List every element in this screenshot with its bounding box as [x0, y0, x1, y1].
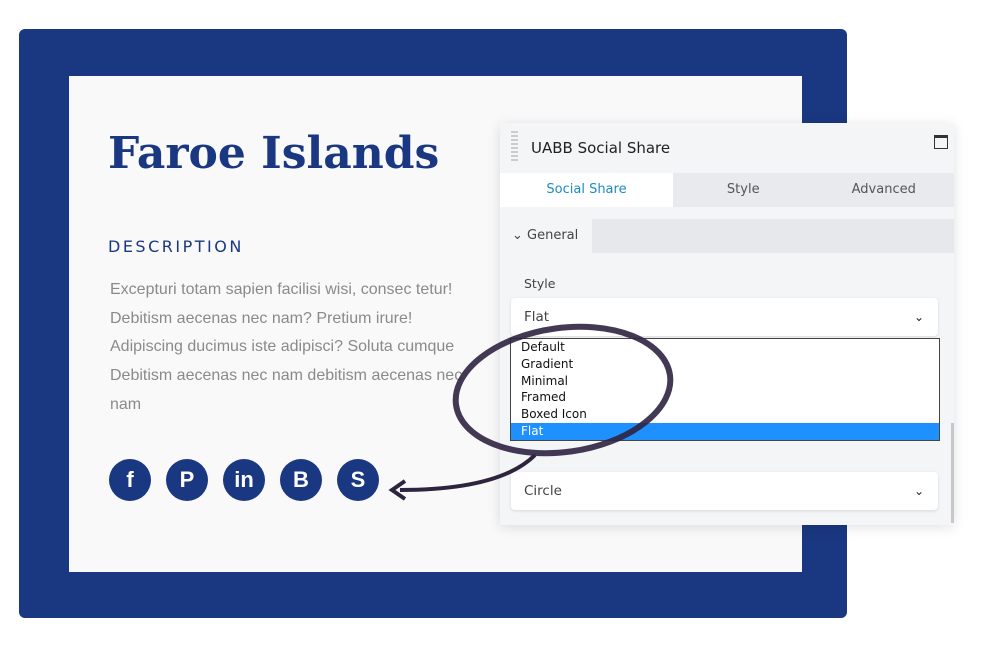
chevron-down-icon: ⌄	[913, 310, 924, 324]
shape-value: Circle	[524, 483, 562, 499]
option-minimal[interactable]: Minimal	[511, 373, 939, 390]
maximize-icon[interactable]	[934, 135, 948, 149]
style-value: Flat	[524, 309, 550, 325]
option-framed[interactable]: Framed	[511, 389, 939, 406]
scrollbar[interactable]	[951, 423, 954, 523]
chevron-down-icon: ⌄	[512, 228, 528, 243]
description-heading: DESCRIPTION	[108, 237, 244, 256]
style-dropdown-list: Default Gradient Minimal Framed Boxed Ic…	[510, 338, 940, 441]
tab-social-share[interactable]: Social Share	[500, 173, 673, 207]
option-flat[interactable]: Flat	[511, 422, 939, 440]
section-general[interactable]: ⌄ General	[500, 219, 592, 253]
social-icons: f P in B S	[109, 459, 379, 501]
chevron-down-icon: ⌄	[913, 484, 924, 498]
style-label: Style	[524, 276, 556, 291]
tab-style[interactable]: Style	[673, 173, 814, 207]
settings-panel: UABB Social Share Social Share Style Adv…	[500, 123, 954, 525]
option-default[interactable]: Default	[511, 339, 939, 356]
tab-advanced[interactable]: Advanced	[814, 173, 955, 207]
page-title: Faroe Islands	[108, 128, 440, 179]
shape-select[interactable]: Circle ⌄	[511, 472, 938, 510]
skype-icon[interactable]: S	[337, 459, 379, 501]
section-header: ⌄ General	[500, 219, 954, 253]
style-select[interactable]: Flat ⌄	[511, 298, 938, 336]
blogger-icon[interactable]: B	[280, 459, 322, 501]
panel-title: UABB Social Share	[531, 139, 671, 157]
panel-tabs: Social Share Style Advanced	[500, 173, 954, 207]
facebook-icon[interactable]: f	[109, 459, 151, 501]
linkedin-icon[interactable]: in	[223, 459, 265, 501]
option-gradient[interactable]: Gradient	[511, 356, 939, 373]
drag-handle-icon[interactable]	[511, 131, 518, 163]
description-text: Excepturi totam sapien facilisi wisi, co…	[110, 281, 463, 413]
section-label: General	[527, 228, 579, 243]
option-boxed-icon[interactable]: Boxed Icon	[511, 406, 939, 423]
pinterest-icon[interactable]: P	[166, 459, 208, 501]
